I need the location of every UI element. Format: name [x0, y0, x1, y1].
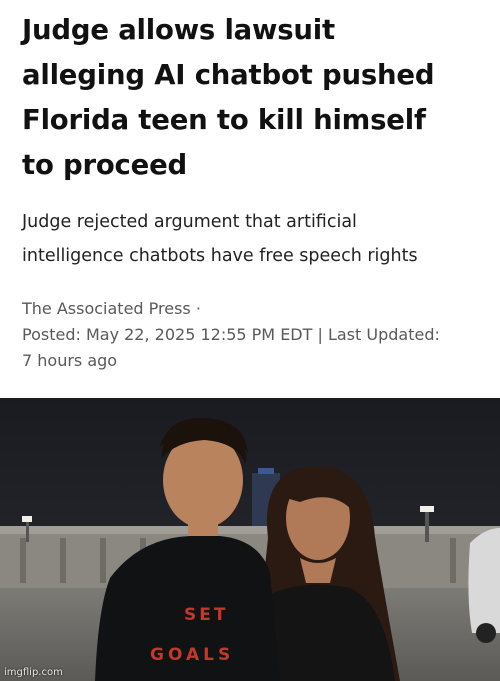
imgflip-watermark: imgflip.com — [4, 667, 63, 678]
deck-line-1: Judge rejected argument that artificial — [22, 212, 357, 232]
article-deck: Judge rejected argument that artificial … — [22, 205, 492, 273]
deck-line-2: intelligence chatbots have free speech r… — [22, 246, 418, 266]
headline-line-3: Florida teen to kill himself — [22, 104, 426, 136]
parked-car — [468, 528, 500, 633]
shirt-text-top: SET — [184, 605, 228, 625]
article-headline: Judge allows lawsuit alleging AI chatbot… — [22, 8, 492, 188]
updated-timestamp: 7 hours ago — [22, 351, 118, 370]
posted-timestamp: Posted: May 22, 2025 12:55 PM EDT | Last… — [22, 325, 440, 344]
article-meta: The Associated Press · Posted: May 22, 2… — [22, 296, 492, 374]
headline-line-2: alleging AI chatbot pushed — [22, 59, 435, 91]
headline-line-4: to proceed — [22, 149, 188, 181]
article-photo: SET GOALS imgflip.com — [0, 398, 500, 681]
byline[interactable]: The Associated Press · — [22, 296, 492, 322]
shirt-text-bottom: GOALS — [150, 645, 234, 665]
headline-line-1: Judge allows lawsuit — [22, 14, 335, 46]
photo-illustration: SET GOALS — [0, 398, 500, 681]
